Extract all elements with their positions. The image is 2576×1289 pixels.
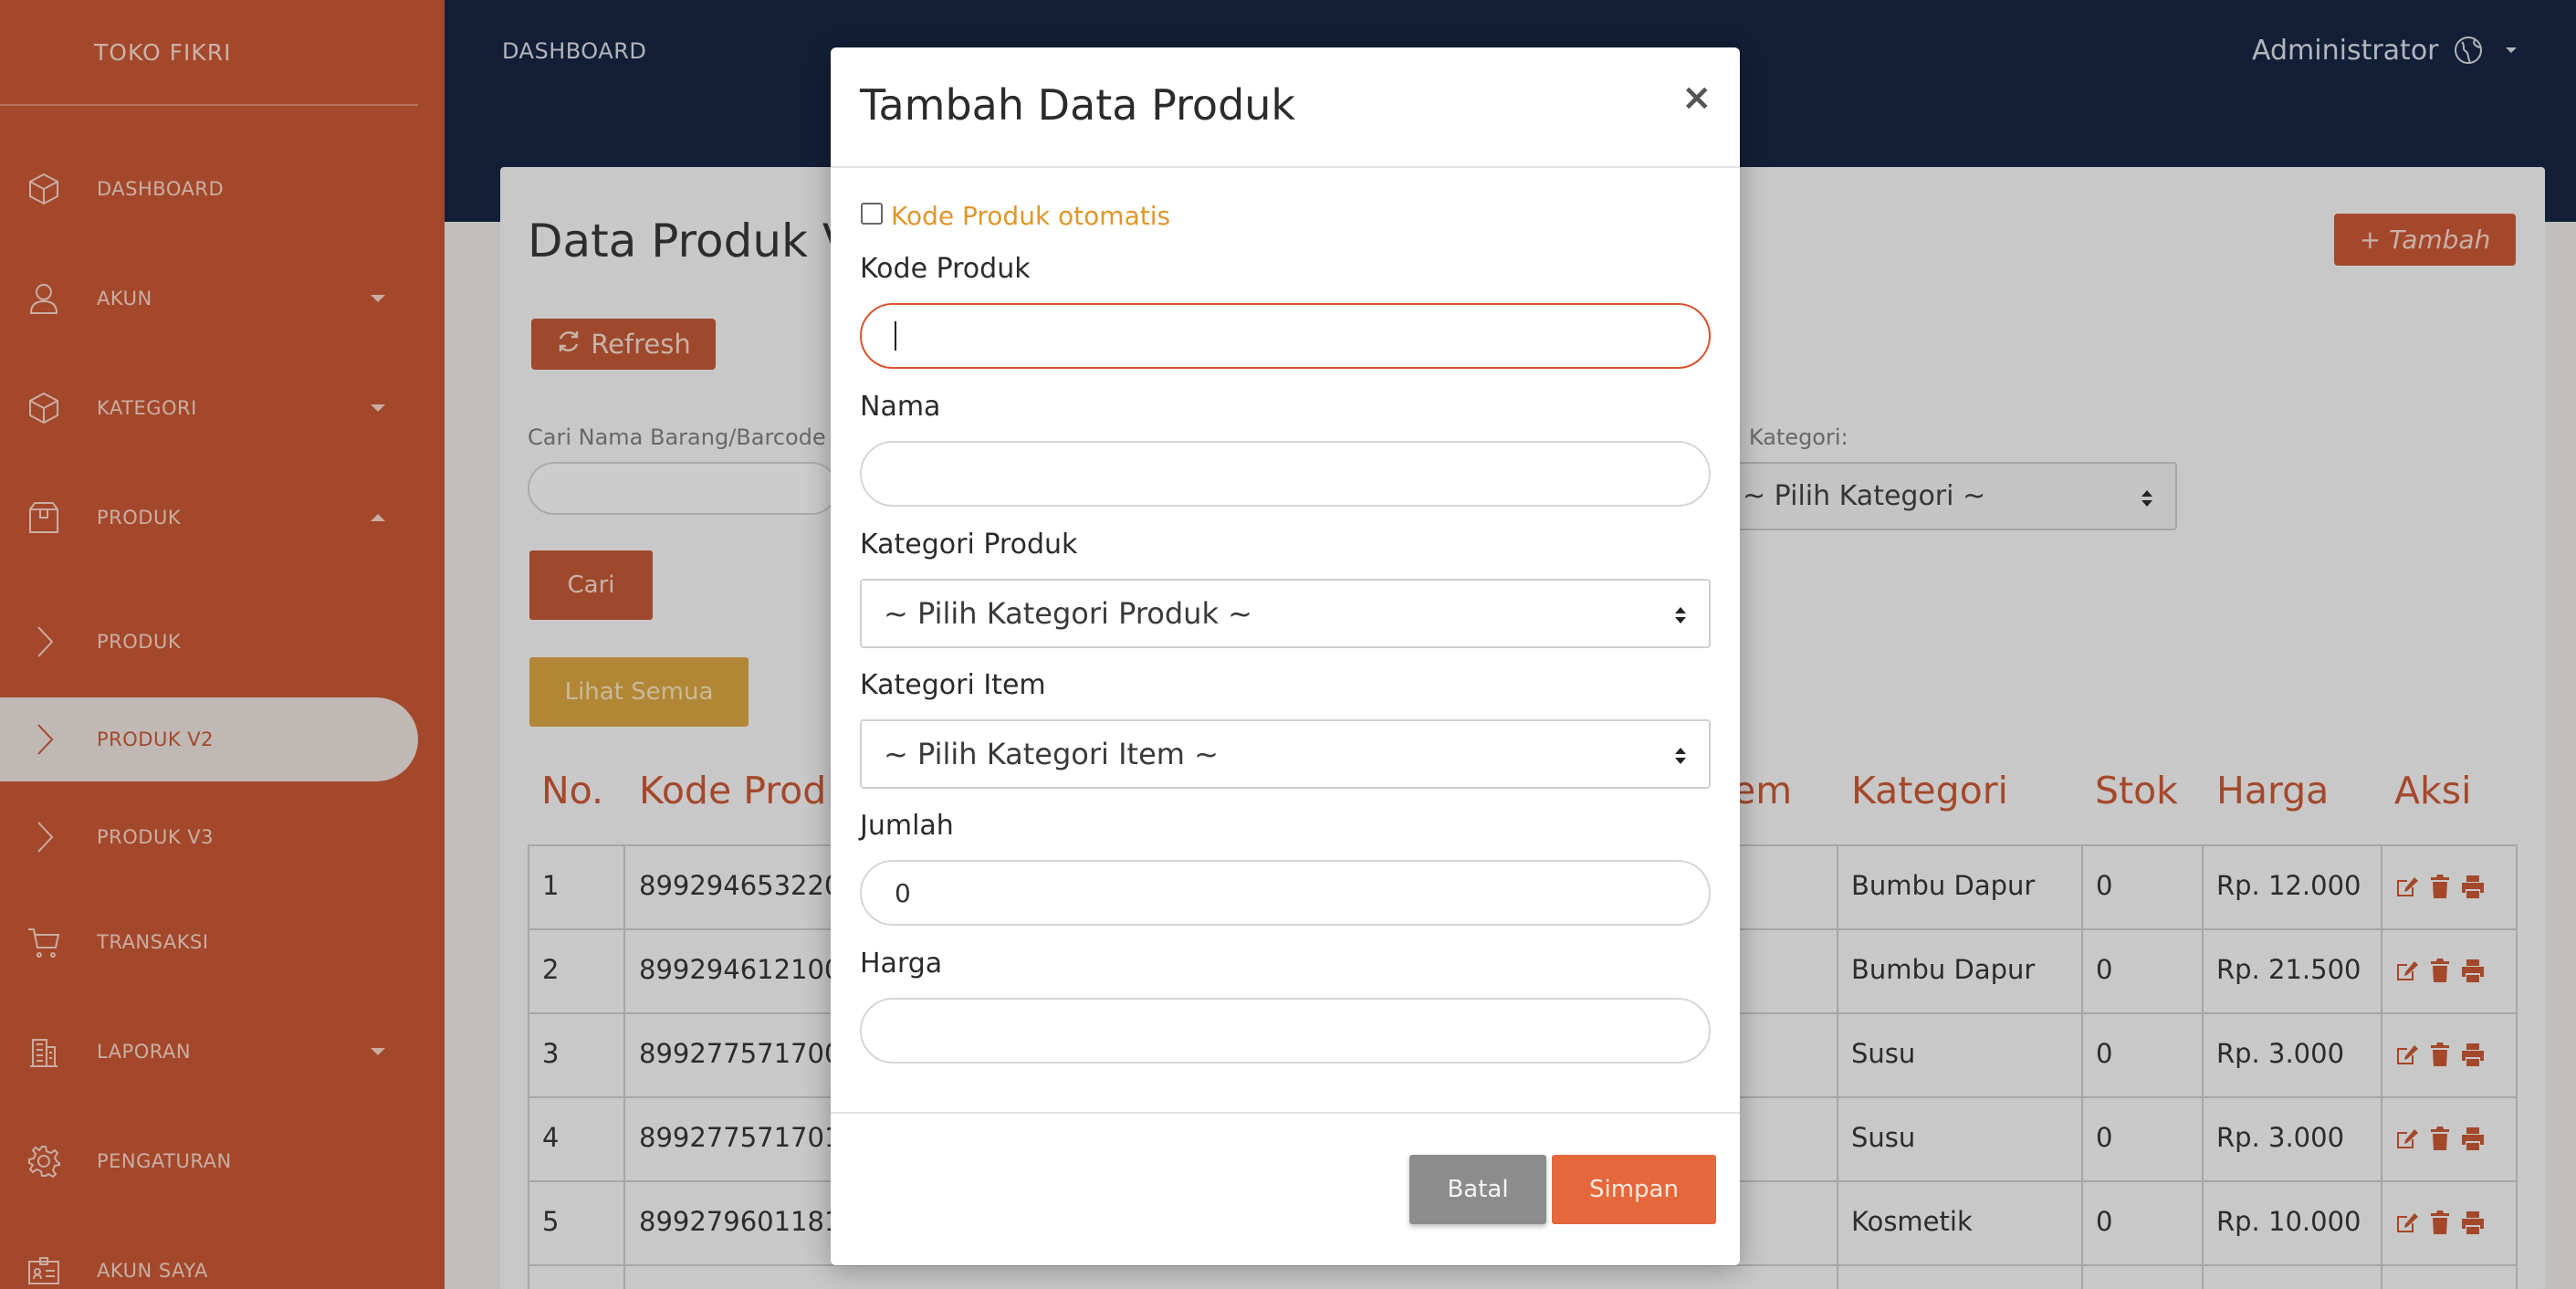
jumlah-value: 0 [895,877,911,908]
text-cursor [895,321,896,351]
kategori-item-select[interactable]: ~ Pilih Kategori Item ~ [860,719,1711,789]
kode-produk-label: Kode Produk [860,253,1031,285]
add-product-modal: Tambah Data Produk × Kode Produk otomati… [831,47,1740,1265]
jumlah-input[interactable]: 0 [860,860,1711,926]
nama-label: Nama [860,391,941,423]
select-arrows-icon [1675,607,1686,624]
kategori-produk-value: ~ Pilih Kategori Produk ~ [884,596,1252,631]
kategori-produk-select[interactable]: ~ Pilih Kategori Produk ~ [860,579,1711,648]
harga-input[interactable] [860,998,1711,1064]
kategori-item-value: ~ Pilih Kategori Item ~ [884,737,1219,771]
modal-footer-divider [831,1112,1740,1114]
jumlah-label: Jumlah [860,810,954,842]
cancel-button[interactable]: Batal [1409,1155,1546,1224]
nama-input[interactable] [860,441,1711,507]
select-arrows-icon [1675,748,1686,764]
kategori-item-label: Kategori Item [860,669,1046,701]
modal-title: Tambah Data Produk [860,80,1296,130]
auto-code-label[interactable]: Kode Produk otomatis [891,201,1170,231]
harga-label: Harga [860,948,943,980]
close-icon[interactable]: × [1681,77,1712,119]
auto-code-checkbox[interactable] [861,203,883,225]
save-button[interactable]: Simpan [1552,1155,1716,1224]
kategori-produk-label: Kategori Produk [860,529,1078,561]
modal-header: Tambah Data Produk × [831,47,1740,168]
kode-produk-input[interactable] [860,303,1711,369]
